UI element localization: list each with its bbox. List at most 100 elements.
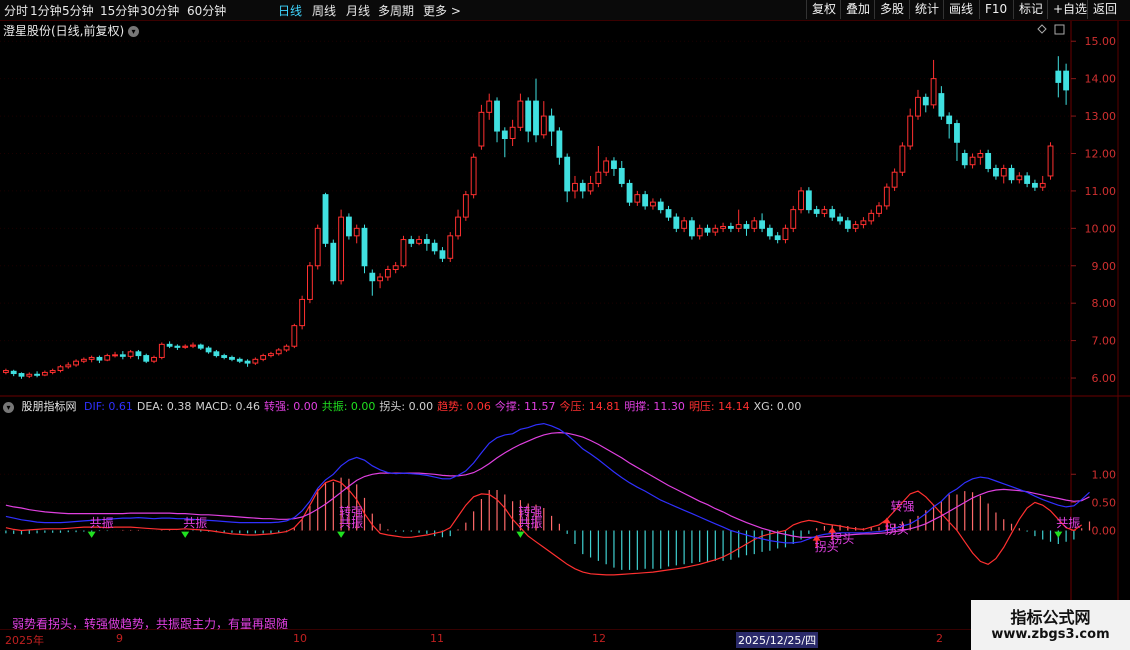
indicator-value-3: 转强: 0.00	[264, 400, 318, 413]
candle-body	[782, 227, 789, 241]
candle-body	[844, 220, 851, 229]
candle-body	[525, 100, 532, 132]
candle-body	[907, 115, 914, 147]
candle-body	[166, 343, 173, 347]
diamond-icon	[1037, 24, 1047, 34]
annotation-label: 共振	[183, 516, 207, 530]
candle-body	[883, 186, 890, 207]
candle-body	[579, 182, 586, 192]
price-tick-label: 14.00	[1085, 73, 1117, 86]
watermark: 指标公式网 www.zbgs3.com	[971, 600, 1130, 650]
window-icon	[1054, 24, 1065, 35]
gongzhen-marker	[516, 531, 525, 538]
candle-body	[1024, 175, 1031, 184]
watermark-url: www.zbgs3.com	[991, 627, 1110, 642]
candle-body	[930, 78, 937, 106]
candle-body	[751, 220, 758, 229]
candle-body	[2, 370, 9, 373]
candle-body	[837, 216, 843, 222]
candle-body	[611, 160, 617, 169]
candle-body	[938, 93, 945, 117]
candle-body	[470, 156, 477, 196]
candle-body	[556, 130, 563, 158]
candle-body	[961, 152, 968, 166]
candle-body	[603, 160, 610, 173]
candle-body	[345, 216, 352, 237]
candle-body	[759, 220, 765, 229]
candle-body	[18, 373, 25, 377]
candle-body	[720, 225, 727, 229]
indicator-name: 股朋指标网	[21, 400, 77, 413]
candle-body	[813, 209, 820, 214]
candle-body	[712, 227, 719, 233]
candle-body	[805, 190, 812, 211]
candle-body	[876, 205, 882, 214]
annotation-label: 转强	[891, 498, 915, 513]
watermark-title: 指标公式网	[1010, 608, 1091, 627]
indicator-value-6: 趋势: 0.06	[437, 400, 491, 413]
candle-body	[57, 366, 64, 372]
candle-body	[88, 356, 95, 360]
indicator-value-2: MACD: 0.46	[195, 400, 261, 413]
candle-body	[509, 126, 516, 140]
candle-body	[821, 209, 828, 214]
candle-body	[626, 182, 633, 203]
price-tick-label: 9.00	[1092, 260, 1117, 273]
chevron-down-icon[interactable]: ▾	[3, 401, 14, 413]
candle-body	[213, 351, 220, 357]
candle-body	[494, 100, 500, 132]
candle-body	[330, 242, 337, 282]
candle-body	[564, 156, 571, 192]
candle-body	[1047, 145, 1054, 177]
candle-body	[587, 182, 594, 192]
candle-body	[252, 358, 259, 364]
candle-body	[439, 250, 446, 259]
candle-body	[416, 239, 422, 244]
candle-body	[455, 216, 461, 237]
time-label-5: 2025/12/25/四	[736, 632, 819, 648]
candle-body	[190, 344, 196, 347]
candle-body	[852, 224, 859, 229]
candle-body	[634, 194, 641, 203]
candle-body	[673, 216, 680, 229]
time-label-6: 2	[936, 632, 943, 645]
candle-body	[205, 347, 212, 353]
candle-body	[868, 212, 875, 222]
candle-body	[891, 171, 898, 188]
indicator-value-10: 明压: 14.14	[688, 400, 750, 413]
time-label-1: 9	[116, 632, 123, 645]
macd-tick-label: 1.00	[1092, 468, 1117, 481]
candle-body	[135, 351, 142, 357]
price-tick-label: 8.00	[1092, 297, 1117, 310]
candle-body	[977, 152, 984, 158]
candle-body	[143, 355, 150, 362]
price-tick-label: 6.00	[1092, 372, 1117, 385]
candle-body	[260, 355, 267, 360]
candle-body	[743, 224, 750, 229]
candle-body	[899, 145, 906, 173]
candle-body	[314, 227, 321, 267]
candle-body	[112, 354, 118, 357]
candle-body	[681, 220, 688, 229]
price-tick-label: 7.00	[1092, 335, 1117, 348]
candle-body	[151, 356, 157, 362]
candle-body	[1063, 70, 1070, 91]
chart-area[interactable]: 15.00 14.00 13.00 12.00 11.00 10.00 9.00 8.00 7.…	[0, 0, 1130, 630]
candle-body	[182, 345, 189, 348]
indicator-value-1: DEA: 0.38	[136, 400, 192, 413]
annotation-label: 共振	[90, 516, 114, 530]
candle-body	[790, 209, 797, 229]
candle-body	[618, 167, 625, 184]
candle-body	[431, 242, 438, 252]
indicator-header: ▾ 股朋指标网 DIF: 0.61 DEA: 0.38 MACD: 0.46 转强: …	[3, 398, 805, 414]
candle-body	[377, 276, 384, 282]
candle-body	[798, 190, 804, 211]
candle-body	[1039, 182, 1046, 188]
candle-body	[727, 225, 734, 229]
candle-body	[338, 216, 345, 282]
candle-body	[73, 360, 79, 366]
candle-body	[486, 100, 493, 113]
indicator-value-11: XG: 0.00	[753, 400, 802, 413]
candle-body	[735, 224, 742, 229]
candle-body	[1016, 175, 1023, 181]
